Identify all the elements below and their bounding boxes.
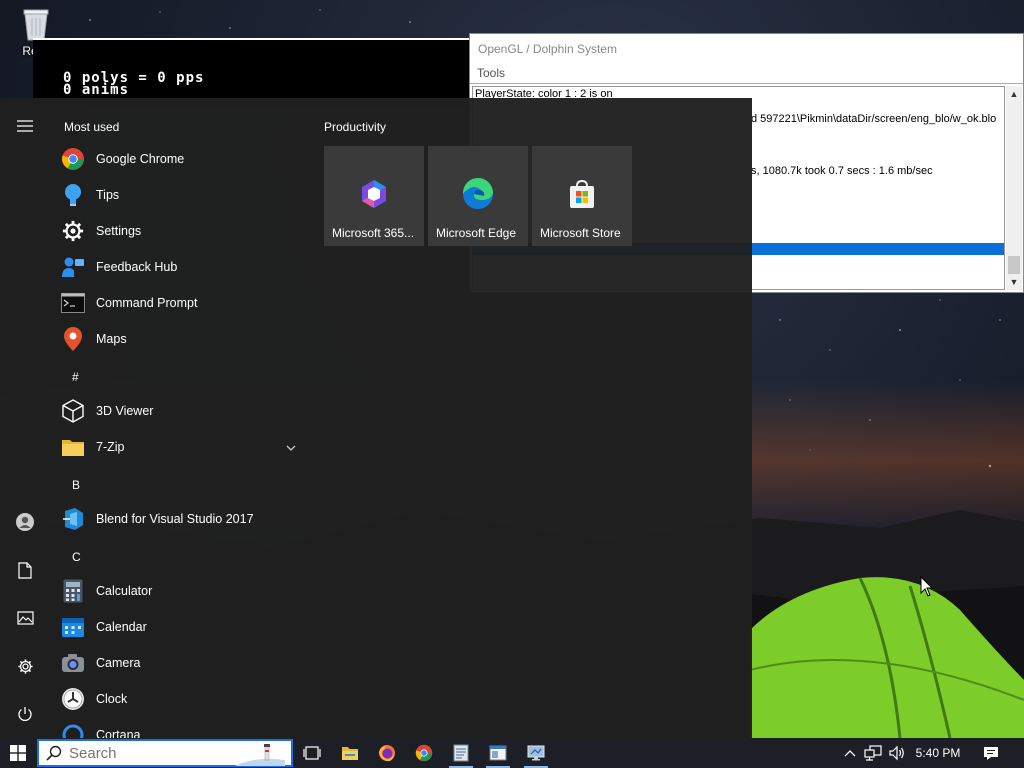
power-icon xyxy=(18,707,32,721)
account-button[interactable] xyxy=(0,502,50,542)
log-line: d 597221\Pikmin\dataDir/screen/eng_blo/w… xyxy=(751,113,997,125)
taskbar-google-chrome[interactable] xyxy=(406,738,442,768)
app-calendar[interactable]: Calendar xyxy=(60,609,306,645)
task-view-button[interactable] xyxy=(294,738,330,768)
console-window-icon xyxy=(489,745,507,761)
scroll-down-icon[interactable]: ▼ xyxy=(1006,274,1022,290)
taskbar-firefox[interactable] xyxy=(369,738,405,768)
tile-microsoft-edge[interactable]: Microsoft Edge xyxy=(428,146,528,246)
gear-icon xyxy=(60,218,86,244)
chevron-down-icon[interactable] xyxy=(286,440,296,454)
taskbar-emulator-window[interactable] xyxy=(443,738,479,768)
camera-icon xyxy=(60,650,86,676)
search-input[interactable] xyxy=(69,744,219,762)
store-icon xyxy=(570,179,594,208)
hamburger-icon xyxy=(17,120,33,132)
scroll-up-icon[interactable]: ▲ xyxy=(1006,86,1022,102)
app-command-prompt[interactable]: Command Prompt xyxy=(60,285,306,321)
anim-counter: 0 anims xyxy=(63,82,130,98)
most-used-header: Most used xyxy=(64,120,120,134)
letter-header-b[interactable]: B xyxy=(72,478,80,492)
taskbar-clock[interactable]: 5:40 PM xyxy=(906,738,970,768)
action-center-button[interactable] xyxy=(978,738,1004,768)
log-line: s, 1080.7k took 0.7 secs : 1.6 mb/sec xyxy=(751,165,933,177)
gear-icon xyxy=(17,658,33,674)
speaker-icon xyxy=(889,745,904,761)
window-title: OpenGL / Dolphin System xyxy=(478,42,617,56)
network-icon xyxy=(864,745,882,761)
chrome-icon xyxy=(60,146,86,172)
monitor-icon xyxy=(527,745,545,761)
taskbar-dolphin-window[interactable] xyxy=(480,738,516,768)
map-pin-icon xyxy=(60,326,86,352)
blend-icon xyxy=(60,506,86,532)
power-button[interactable] xyxy=(0,694,50,734)
search-icon xyxy=(39,745,69,761)
terminal-icon xyxy=(60,290,86,316)
app-window-icon xyxy=(453,744,469,762)
app-google-chrome[interactable]: Google Chrome xyxy=(60,141,306,177)
cube-icon xyxy=(60,398,86,424)
clock-icon xyxy=(60,686,86,712)
app-cortana[interactable]: Cortana xyxy=(60,717,306,738)
chevron-up-icon xyxy=(844,750,856,757)
start-button[interactable] xyxy=(0,738,36,768)
scroll-thumb[interactable] xyxy=(1008,256,1020,274)
lightbulb-icon xyxy=(60,182,86,208)
tile-microsoft-store[interactable]: Microsoft Store xyxy=(532,146,632,246)
volume-control[interactable] xyxy=(886,738,908,768)
pictures-button[interactable] xyxy=(0,598,50,638)
microsoft-365-icon xyxy=(362,180,386,208)
taskbar-file-explorer[interactable] xyxy=(332,738,368,768)
chrome-icon xyxy=(415,744,433,762)
start-menu: Most used Google Chrome Tips Settings Fe… xyxy=(0,98,752,738)
app-tips[interactable]: Tips xyxy=(60,177,306,213)
notification-icon xyxy=(984,746,998,760)
mouse-cursor-icon xyxy=(920,576,934,597)
app-blend-for-visual-studio[interactable]: Blend for Visual Studio 2017 xyxy=(60,501,306,537)
taskbar: 5:40 PM xyxy=(0,738,1024,768)
expand-menu-button[interactable] xyxy=(0,106,50,146)
tile-microsoft-365[interactable]: Microsoft 365... xyxy=(324,146,424,246)
firefox-icon xyxy=(379,745,395,762)
app-maps[interactable]: Maps xyxy=(60,321,306,357)
task-view-icon xyxy=(303,746,321,760)
folder-icon xyxy=(342,747,358,760)
letter-header-c[interactable]: C xyxy=(72,550,81,564)
search-highlight-lighthouse-icon xyxy=(235,744,285,766)
taskbar-remote-desktop[interactable] xyxy=(518,738,554,768)
app-settings[interactable]: Settings xyxy=(60,213,306,249)
edge-icon xyxy=(462,178,493,209)
app-feedback-hub[interactable]: Feedback Hub xyxy=(60,249,306,285)
settings-rail-button[interactable] xyxy=(0,646,50,686)
feedback-hub-icon xyxy=(60,254,86,280)
picture-icon xyxy=(16,611,34,625)
tiles-group-title[interactable]: Productivity xyxy=(324,120,386,134)
calendar-icon xyxy=(60,614,86,640)
user-icon xyxy=(16,513,34,531)
app-camera[interactable]: Camera xyxy=(60,645,306,681)
recycle-bin-icon xyxy=(20,6,52,42)
app-3d-viewer[interactable]: 3D Viewer xyxy=(60,393,306,429)
calculator-icon xyxy=(60,578,86,604)
windows-logo-icon xyxy=(10,745,26,761)
folder-icon xyxy=(60,434,86,460)
taskbar-search-box[interactable] xyxy=(37,739,293,767)
app-calculator[interactable]: Calculator xyxy=(60,573,306,609)
show-hidden-icons-button[interactable] xyxy=(840,738,860,768)
start-rail xyxy=(0,98,50,738)
network-status[interactable] xyxy=(862,738,884,768)
green-tent xyxy=(750,577,1024,738)
document-icon xyxy=(18,561,32,579)
cortana-icon xyxy=(60,722,86,738)
menu-tools[interactable]: Tools xyxy=(470,62,1023,84)
log-scrollbar[interactable]: ▲ ▼ xyxy=(1006,86,1022,290)
app-clock[interactable]: Clock xyxy=(60,681,306,717)
app-list[interactable]: Most used Google Chrome Tips Settings Fe… xyxy=(50,98,310,738)
app-7-zip[interactable]: 7-Zip xyxy=(60,429,306,465)
documents-button[interactable] xyxy=(0,550,50,590)
letter-header-hash[interactable]: # xyxy=(72,370,79,384)
